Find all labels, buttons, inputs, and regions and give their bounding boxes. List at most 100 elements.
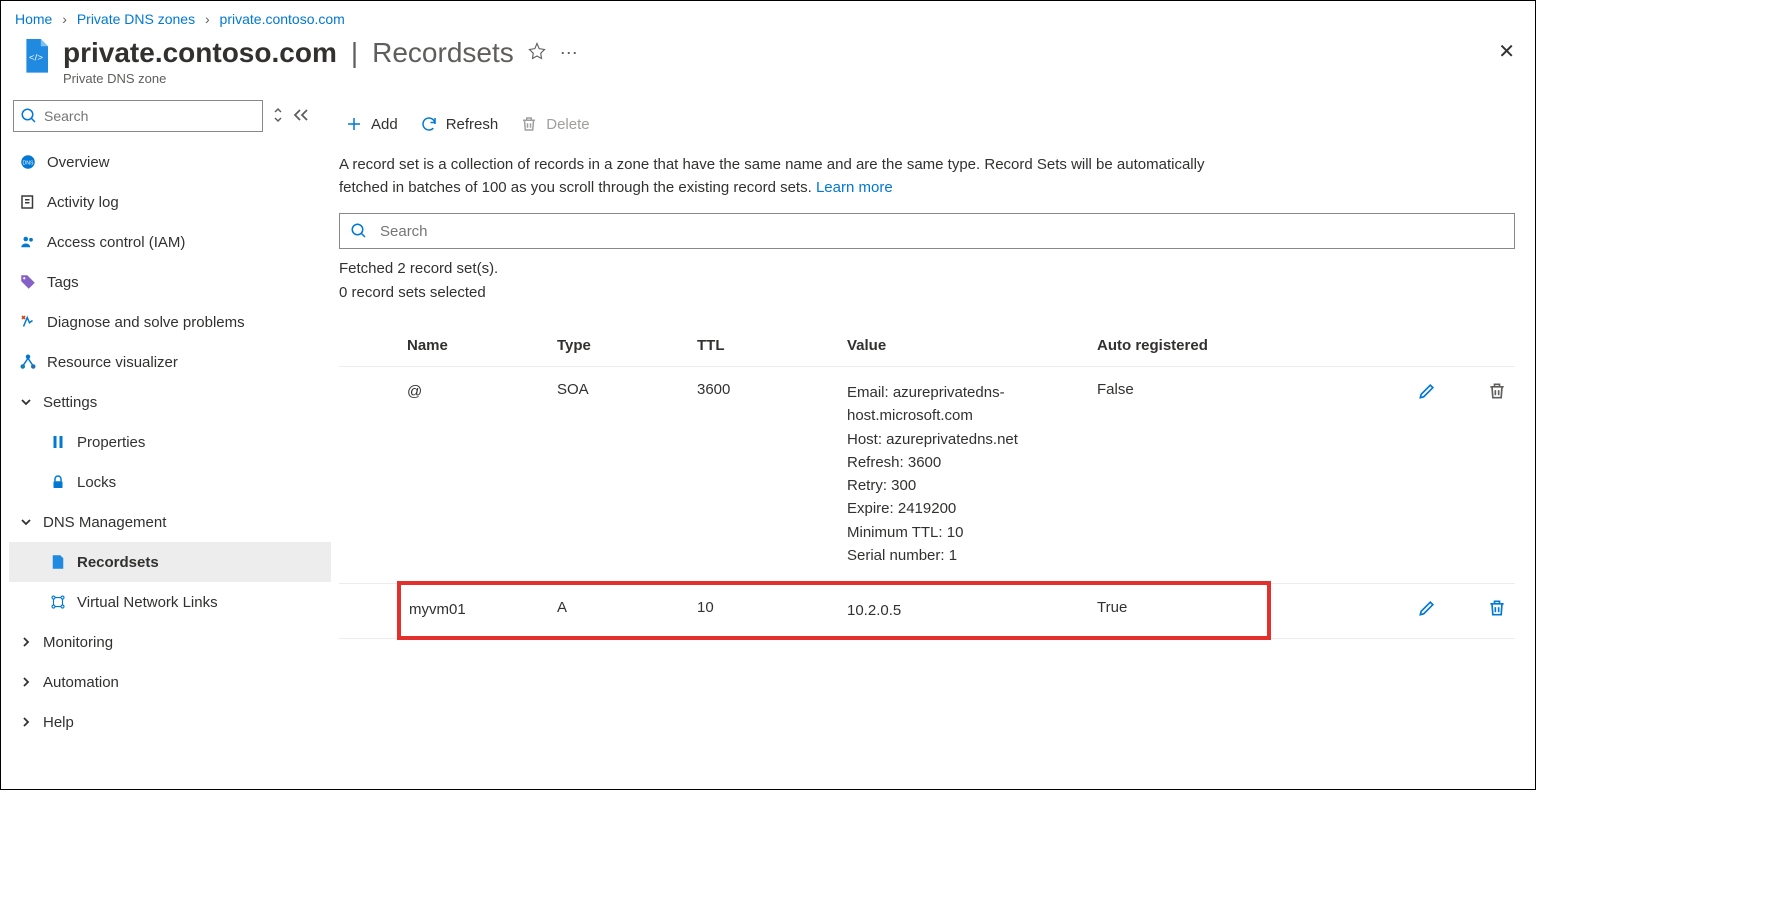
diagnose-icon xyxy=(19,313,37,331)
recordsets-icon xyxy=(49,553,67,571)
chevron-down-icon xyxy=(19,516,33,528)
sidebar-item-label: Diagnose and solve problems xyxy=(47,314,245,331)
toolbar-label: Refresh xyxy=(446,116,499,133)
sidebar-item-label: Tags xyxy=(47,274,79,291)
dns-zone-icon: </> xyxy=(19,37,53,77)
sidebar-item-label: Activity log xyxy=(47,194,119,211)
sidebar-group-label: Help xyxy=(43,714,74,731)
svg-text:DNS: DNS xyxy=(22,160,34,166)
table-row[interactable]: @SOA3600Email: azureprivatedns-host.micr… xyxy=(339,367,1515,584)
col-name[interactable]: Name xyxy=(399,325,549,367)
col-value[interactable]: Value xyxy=(839,325,1089,367)
cell-type: A xyxy=(549,583,689,638)
delete-button[interactable]: Delete xyxy=(520,115,589,133)
cell-name: myvm01 xyxy=(399,583,549,638)
cell-name: @ xyxy=(399,367,549,584)
sidebar-item-label: Access control (IAM) xyxy=(47,234,185,251)
breadcrumb-sep: › xyxy=(205,11,210,27)
trash-icon xyxy=(520,115,538,133)
chevron-right-icon xyxy=(19,636,33,648)
sidebar-group-help[interactable]: Help xyxy=(9,702,331,742)
cell-auto: False xyxy=(1089,367,1269,584)
sidebar-group-automation[interactable]: Automation xyxy=(9,662,331,702)
breadcrumb: Home › Private DNS zones › private.conto… xyxy=(1,1,1535,31)
add-button[interactable]: Add xyxy=(345,115,398,133)
cell-ttl: 3600 xyxy=(689,367,839,584)
sidebar-item-label: Overview xyxy=(47,154,110,171)
people-icon xyxy=(19,233,37,251)
table-header-row: Name Type TTL Value Auto registered xyxy=(339,325,1515,367)
toolbar-label: Add xyxy=(371,116,398,133)
properties-icon xyxy=(49,433,67,451)
sidebar-item-properties[interactable]: Properties xyxy=(9,422,331,462)
learn-more-link[interactable]: Learn more xyxy=(816,179,893,196)
selected-count: 0 record sets selected xyxy=(339,281,1515,305)
toolbar: Add Refresh Delete xyxy=(339,100,1515,148)
sidebar-group-settings[interactable]: Settings xyxy=(9,382,331,422)
sidebar-item-visualizer[interactable]: Resource visualizer xyxy=(9,342,331,382)
sidebar-group-monitoring[interactable]: Monitoring xyxy=(9,622,331,662)
sidebar-search-input[interactable] xyxy=(42,107,256,125)
sidebar: DNS Overview Activity log Access control … xyxy=(1,100,331,778)
close-button[interactable]: ✕ xyxy=(1498,39,1515,64)
vnet-link-icon xyxy=(49,593,67,611)
sidebar-item-activity[interactable]: Activity log xyxy=(9,182,331,222)
sidebar-item-recordsets[interactable]: Recordsets xyxy=(9,542,331,582)
search-icon xyxy=(350,222,368,240)
activity-log-icon xyxy=(19,193,37,211)
sidebar-group-label: DNS Management xyxy=(43,514,166,531)
sidebar-item-vnl[interactable]: Virtual Network Links xyxy=(9,582,331,622)
sidebar-item-locks[interactable]: Locks xyxy=(9,462,331,502)
cell-value: Email: azureprivatedns-host.microsoft.co… xyxy=(839,367,1089,584)
search-icon xyxy=(20,107,38,125)
sidebar-group-dns-management[interactable]: DNS Management xyxy=(9,502,331,542)
sidebar-group-label: Settings xyxy=(43,394,97,411)
breadcrumb-zones[interactable]: Private DNS zones xyxy=(77,11,195,27)
trash-icon[interactable] xyxy=(1487,598,1507,618)
cell-value: 10.2.0.5 xyxy=(839,583,1089,638)
collapse-sidebar-icon[interactable] xyxy=(293,108,309,125)
toolbar-label: Delete xyxy=(546,116,589,133)
tag-icon xyxy=(19,273,37,291)
recordset-search-input[interactable] xyxy=(378,222,1504,241)
sidebar-item-diagnose[interactable]: Diagnose and solve problems xyxy=(9,302,331,342)
globe-icon: DNS xyxy=(19,153,37,171)
more-menu-icon[interactable]: ⋯ xyxy=(560,43,578,64)
chevron-right-icon xyxy=(19,716,33,728)
table-row[interactable]: myvm01A1010.2.0.5True xyxy=(339,583,1515,638)
sidebar-item-tags[interactable]: Tags xyxy=(9,262,331,302)
recordset-search[interactable] xyxy=(339,213,1515,249)
edit-icon[interactable] xyxy=(1417,598,1437,618)
sidebar-item-label: Recordsets xyxy=(77,554,159,571)
refresh-button[interactable]: Refresh xyxy=(420,115,499,133)
sidebar-item-label: Properties xyxy=(77,434,145,451)
page-section: Recordsets xyxy=(372,37,514,69)
cell-type: SOA xyxy=(549,367,689,584)
sidebar-group-label: Monitoring xyxy=(43,634,113,651)
sidebar-item-label: Resource visualizer xyxy=(47,354,178,371)
svg-text:</>: </> xyxy=(29,53,43,64)
breadcrumb-sep: › xyxy=(62,11,67,27)
cell-auto: True xyxy=(1089,583,1269,638)
col-auto[interactable]: Auto registered xyxy=(1089,325,1269,367)
favorite-star-icon[interactable] xyxy=(528,42,546,65)
visualizer-icon xyxy=(19,353,37,371)
page-subtitle: Private DNS zone xyxy=(63,71,578,86)
col-type[interactable]: Type xyxy=(549,325,689,367)
sidebar-item-overview[interactable]: DNS Overview xyxy=(9,142,331,182)
sidebar-search[interactable] xyxy=(13,100,263,132)
cell-ttl: 10 xyxy=(689,583,839,638)
sidebar-item-iam[interactable]: Access control (IAM) xyxy=(9,222,331,262)
main-pane: Add Refresh Delete A record set is a col… xyxy=(331,100,1535,778)
breadcrumb-zone[interactable]: private.contoso.com xyxy=(220,11,345,27)
breadcrumb-home[interactable]: Home xyxy=(15,11,52,27)
search-sort-icon[interactable] xyxy=(273,107,283,126)
chevron-down-icon xyxy=(19,396,33,408)
trash-icon[interactable] xyxy=(1487,381,1507,401)
plus-icon xyxy=(345,115,363,133)
edit-icon[interactable] xyxy=(1417,381,1437,401)
col-ttl[interactable]: TTL xyxy=(689,325,839,367)
sidebar-item-label: Virtual Network Links xyxy=(77,594,218,611)
page-header: </> private.contoso.com | Recordsets ⋯ P… xyxy=(1,31,1535,100)
title-separator: | xyxy=(351,37,358,69)
